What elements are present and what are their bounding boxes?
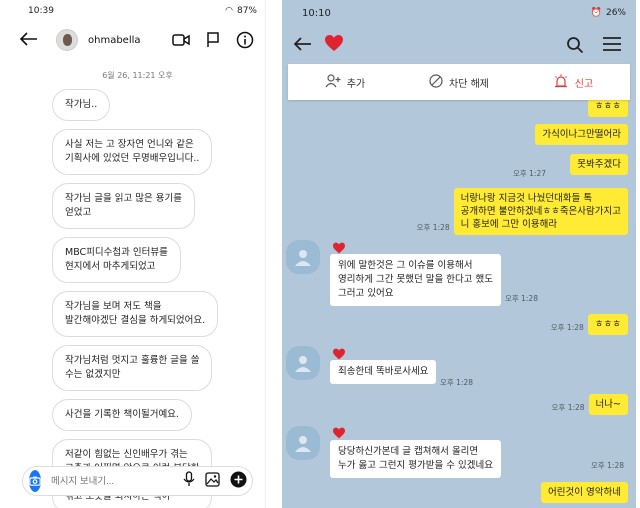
my-message-row: 오후 1:28 너랑나랑 지금것 나눴던대화들 톡 공개하면 불안하겠네ㅎㅎ죽은… <box>413 188 628 235</box>
my-message-bubble: 어린것이 영악하네 <box>541 482 628 503</box>
unblock-button[interactable]: 차단 해제 <box>402 73 516 91</box>
message-timestamp: 6월 26, 11:21 오후 <box>102 71 173 80</box>
their-message-row: 위에 말한것은 그 이슈를 이용해서 영리하게 그간 못했던 말을 한다고 했도… <box>330 254 542 306</box>
battery-percent: 26% <box>605 8 626 18</box>
add-circle-icon[interactable] <box>230 471 247 492</box>
my-message-bubble: 못봐주겠다 <box>570 154 628 175</box>
status-time: 10:39 <box>28 6 54 16</box>
my-message-bubble: 너랑나랑 지금것 나눴던대화들 톡 공개하면 불안하겠네ㅎㅎ죽은사람가지고 니 … <box>453 188 628 235</box>
message-time: 오후 1:27 <box>512 169 546 178</box>
chat-header <box>282 26 636 64</box>
message-time: 오후 1:28 <box>440 378 474 387</box>
my-message-row: 오후 1:28 ㅎㅎㅎ <box>547 314 628 335</box>
chat-area: ㅎㅎㅎ 가식이나그만떨어라 못봐주겠다 오후 1:27 오후 1:28 너랑나랑… <box>282 96 636 508</box>
add-person-icon <box>325 73 341 91</box>
their-message-row: 당당하신가본데 글 캡쳐해서 올리면 누가 옳고 그런지 평가받을 수 있겠네요 <box>330 440 501 478</box>
message-bubble: 사실 저는 고 장자연 언니와 같은 기획사에 있었던 무명배우입니다.. <box>52 129 213 175</box>
siren-icon <box>553 74 569 91</box>
message-bubble: 작가님처럼 멋지고 훌륭한 글을 쓸 수는 없겠지만 <box>52 345 213 391</box>
status-bar: 10:39 ◠ 87% <box>10 0 265 22</box>
message-composer <box>22 466 253 496</box>
wifi-icon: ◠ <box>225 6 233 16</box>
kakaotalk-chat-screen: 10:10 ⏰ 26% 추가 차단 해제 신고 ㅎㅎㅎ 가식이나그만떨어라 못봐… <box>282 0 636 508</box>
message-bubble: 사건을 기록한 책이될거예요. <box>52 399 192 431</box>
alarm-icon: ⏰ <box>590 8 602 18</box>
message-bubble: 작가님 글을 읽고 많은 용기를 얻었고 <box>52 183 195 229</box>
microphone-icon[interactable] <box>183 471 195 491</box>
my-message-row: 가식이나그만떨어라 <box>535 124 628 145</box>
message-time: 오후 1:28 <box>590 461 624 470</box>
unblock-label: 차단 해제 <box>449 78 489 90</box>
add-friend-button[interactable]: 추가 <box>288 73 402 91</box>
camera-icon[interactable] <box>29 470 41 492</box>
gallery-icon[interactable] <box>205 471 220 491</box>
message-bubble: MBC피디수첩과 인터뷰를 현지에서 마추게되었고 <box>52 237 181 283</box>
search-icon[interactable] <box>566 36 584 58</box>
status-icons: ⏰ 26% <box>591 8 626 18</box>
message-time: 오후 1:28 <box>550 323 584 332</box>
avatar[interactable] <box>286 346 320 380</box>
message-time: 오후 1:28 <box>416 223 450 232</box>
message-bubble: 작가님을 보며 저도 책을 발간해야겠단 결심을 하게되었어요. <box>52 291 219 337</box>
flag-icon[interactable] <box>203 30 223 50</box>
avatar[interactable] <box>286 426 320 460</box>
blocked-user-bar: 추가 차단 해제 신고 <box>288 64 630 100</box>
info-icon[interactable] <box>235 30 255 50</box>
battery-percent: 87% <box>236 6 257 16</box>
message-bubble: 작가님.. <box>52 89 111 121</box>
my-message-row: 오후 1:28 너나~ <box>548 394 628 415</box>
status-bar: 10:10 ⏰ 26% <box>282 0 636 26</box>
report-button[interactable]: 신고 <box>516 74 630 91</box>
avatar[interactable] <box>286 240 320 274</box>
message-time: 오후 1:28 <box>504 294 538 303</box>
message-time: 오후 1:28 <box>551 403 585 412</box>
dm-header: ohmabella <box>10 22 265 58</box>
back-arrow-icon[interactable] <box>293 35 318 56</box>
my-message-row: 어린것이 영악하네 <box>541 482 628 503</box>
report-label: 신고 <box>574 78 594 90</box>
my-message-bubble: 너나~ <box>588 394 628 415</box>
back-arrow-icon[interactable] <box>19 30 42 51</box>
my-message-bubble: 가식이나그만떨어라 <box>535 124 628 145</box>
username[interactable]: ohmabella <box>88 35 141 46</box>
message-list: 작가님.. 사실 저는 고 장자연 언니와 같은 기획사에 있었던 무명배우입니… <box>10 89 265 508</box>
my-message-bubble: ㅎㅎㅎ <box>587 314 628 335</box>
avatar[interactable] <box>56 29 78 51</box>
my-message-row: 못봐주겠다 <box>570 154 628 175</box>
block-icon <box>429 73 443 91</box>
video-call-icon[interactable] <box>171 30 191 50</box>
message-input[interactable] <box>51 475 183 487</box>
heart-icon <box>324 34 344 56</box>
menu-icon[interactable] <box>602 36 622 58</box>
their-message-bubble: 당당하신가본데 글 캡쳐해서 올리면 누가 옳고 그런지 평가받을 수 있겠네요 <box>330 440 501 478</box>
their-message-bubble: 위에 말한것은 그 이슈를 이용해서 영리하게 그간 못했던 말을 한다고 했도… <box>330 254 501 306</box>
add-friend-label: 추가 <box>346 78 366 90</box>
status-icons: ◠ 87% <box>225 6 257 16</box>
status-time: 10:10 <box>302 7 331 19</box>
instagram-dm-screen: 10:39 ◠ 87% ohmabella 6월 26, 11:21 오후 작가… <box>10 0 266 508</box>
